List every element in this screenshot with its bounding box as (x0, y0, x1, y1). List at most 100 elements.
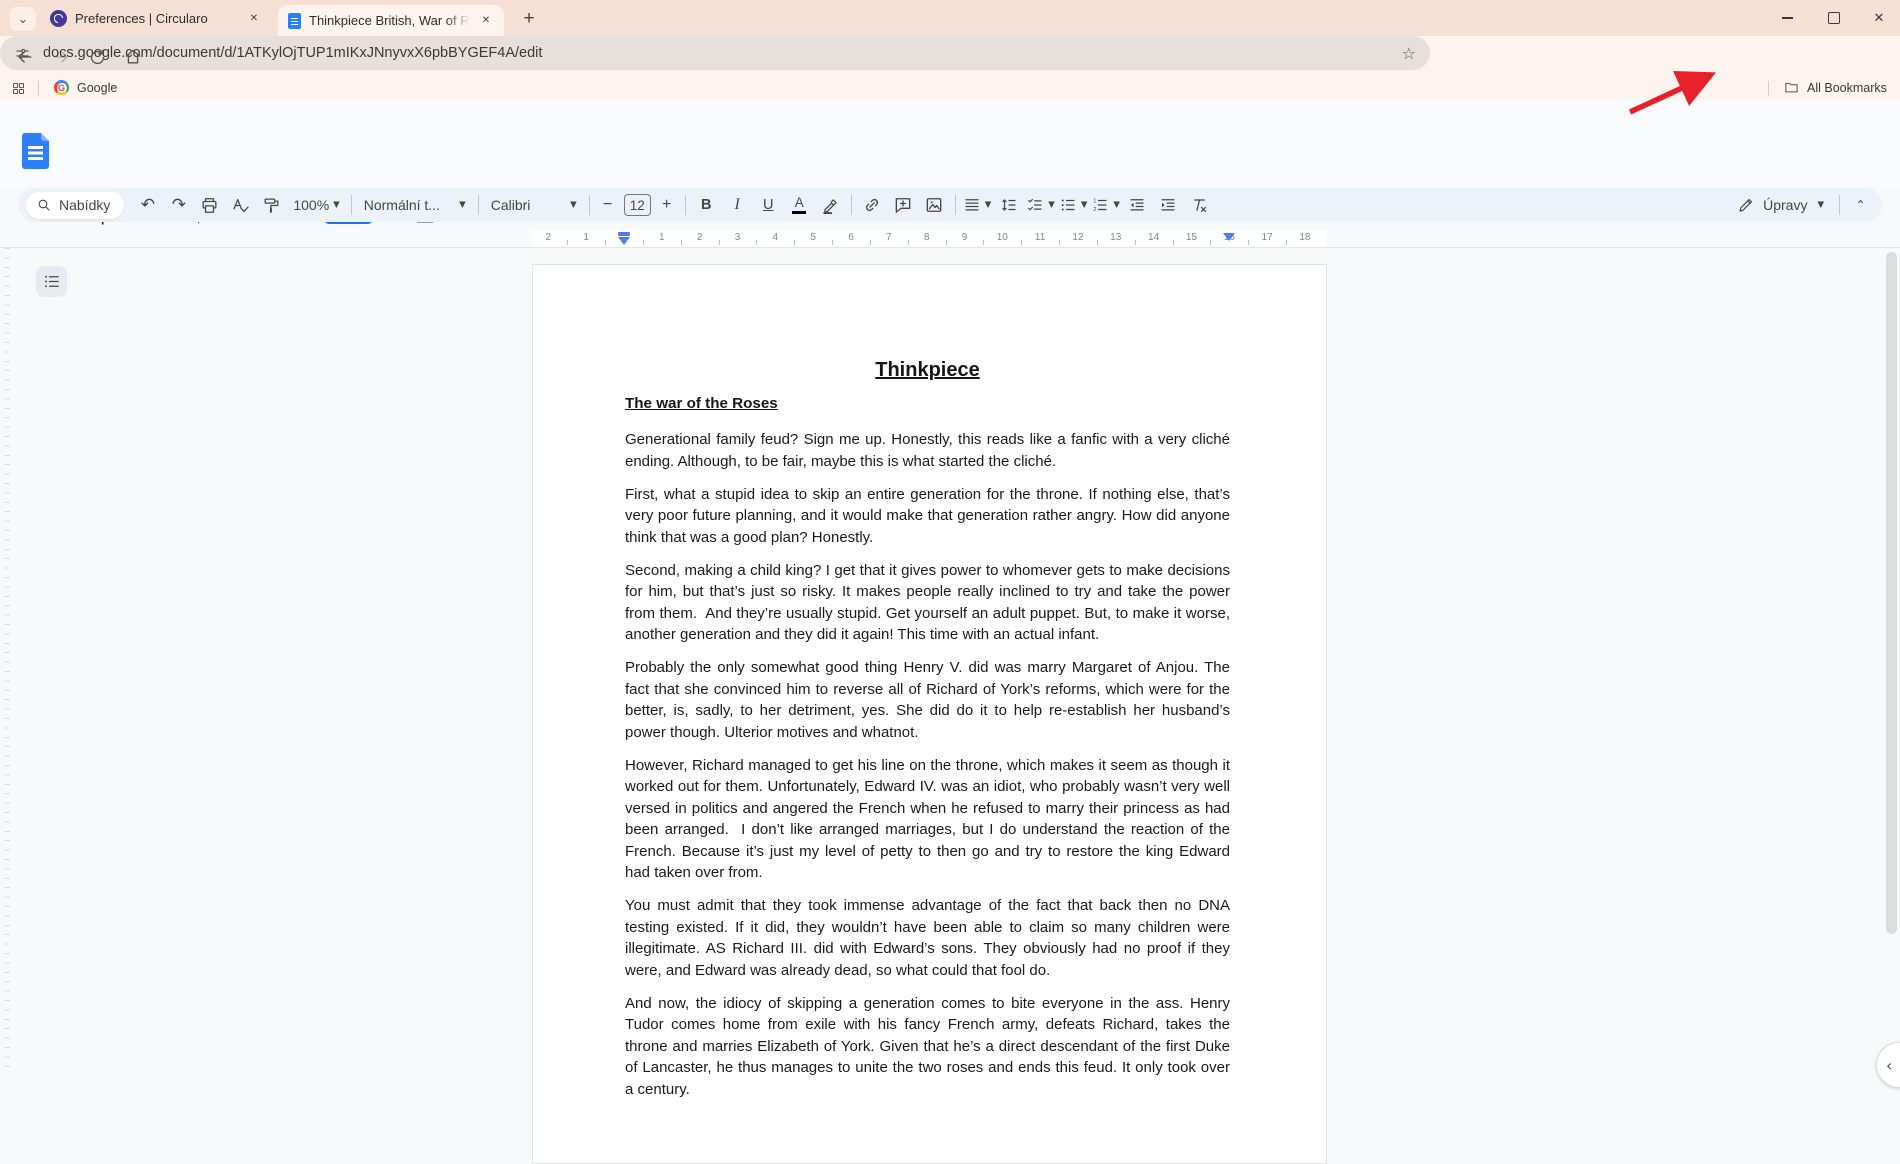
decrease-font-size-button[interactable]: − (595, 191, 621, 219)
doc-text-title[interactable]: Thinkpiece (625, 359, 1230, 382)
numbered-list-button[interactable]: 12 ▼ (1089, 191, 1122, 219)
chevron-down-icon: ▼ (570, 200, 577, 210)
doc-text-heading[interactable]: The war of the Roses (625, 395, 1230, 412)
bulleted-list-button[interactable]: ▼ (1057, 191, 1090, 219)
doc-paragraph[interactable]: Second, making a child king? I get that … (625, 560, 1230, 646)
ruler-number: 11 (1035, 232, 1045, 243)
new-tab-button[interactable]: + (517, 7, 541, 31)
browser-toolbar: docs.google.com/document/d/1ATKylOjTUP1m… (0, 36, 1900, 78)
add-comment-button[interactable] (888, 191, 919, 219)
svg-text:2: 2 (1094, 207, 1097, 213)
tab-close-icon[interactable]: ✕ (246, 11, 262, 27)
paint-format-icon[interactable] (256, 191, 287, 219)
font-size-input[interactable]: 12 (624, 194, 651, 216)
reload-button[interactable] (80, 40, 114, 74)
bookmarks-bar: Google All Bookmarks (0, 78, 1900, 100)
back-button[interactable] (8, 40, 42, 74)
window-maximize-button[interactable] (1819, 6, 1849, 30)
right-indent-marker[interactable] (1223, 233, 1235, 241)
window-minimize-button[interactable] (1772, 6, 1802, 30)
vertical-scrollbar[interactable] (1886, 252, 1897, 934)
increase-font-size-button[interactable]: + (654, 191, 680, 219)
underline-button[interactable]: U (753, 191, 784, 219)
bookmark-star-icon[interactable]: ☆ (1402, 44, 1416, 63)
forward-button[interactable] (44, 40, 78, 74)
bookmark-google[interactable]: Google (54, 80, 117, 95)
align-button[interactable]: ▼ (961, 191, 994, 219)
tab-title: Thinkpiece British, War of Roses (309, 13, 470, 28)
window-close-button[interactable]: ✕ (1864, 6, 1894, 30)
docs-header: Thinkpiece British, War of Roses .DOCX ☆… (0, 100, 1900, 186)
tab-title: Preferences | Circularo (75, 11, 238, 26)
home-button[interactable] (116, 40, 150, 74)
vertical-ruler[interactable] (2, 248, 10, 1068)
line-spacing-button[interactable] (993, 191, 1024, 219)
ruler-number: 3 (735, 232, 741, 243)
redo-button[interactable]: ↷ (163, 191, 194, 219)
ruler-number: 4 (773, 232, 779, 243)
document-page[interactable]: Thinkpiece The war of the Roses Generati… (532, 264, 1327, 1164)
italic-button[interactable]: I (722, 191, 753, 219)
left-indent-marker[interactable] (618, 237, 630, 245)
ruler-tick (1210, 240, 1211, 245)
docs-toolbar: Nabídky ↶ ↷ 100% ▼ Normální t... ▼ Calib… (18, 188, 1882, 222)
ruler-tick (1135, 240, 1136, 245)
ruler-number: 5 (810, 232, 816, 243)
tab-search-button[interactable]: ⌄ (10, 7, 36, 31)
ruler-tick (1286, 240, 1287, 245)
bold-button[interactable]: B (691, 191, 722, 219)
doc-paragraph[interactable]: Probably the only somewhat good thing He… (625, 657, 1230, 743)
doc-paragraph[interactable]: Generational family feud? Sign me up. Ho… (625, 429, 1230, 472)
tab-docs-active[interactable]: Thinkpiece British, War of Roses ✕ (278, 5, 504, 36)
increase-indent-button[interactable] (1153, 191, 1184, 219)
spellcheck-button[interactable] (225, 191, 256, 219)
all-bookmarks-button[interactable]: All Bookmarks (1784, 80, 1887, 95)
ruler-number: 14 (1148, 232, 1159, 243)
omnibox[interactable]: docs.google.com/document/d/1ATKylOjTUP1m… (0, 36, 1430, 70)
folder-icon (1784, 80, 1799, 95)
tab-circularo[interactable]: Preferences | Circularo ✕ (40, 5, 272, 32)
ruler-tick (870, 240, 871, 245)
collapse-toolbar-button[interactable]: ⌃ (1845, 191, 1876, 219)
editing-mode-select[interactable]: Úpravy ▼ (1727, 191, 1834, 219)
font-family-select[interactable]: Calibri ▼ (484, 191, 584, 219)
ruler-tick (1097, 240, 1098, 245)
undo-button[interactable]: ↶ (132, 191, 163, 219)
screen: { "browser": { "tabs": [ { "title": "Pre… (0, 0, 1900, 1068)
docs-logo-icon[interactable] (22, 133, 49, 169)
paragraph-style-select[interactable]: Normální t... ▼ (357, 191, 473, 219)
doc-paragraph[interactable]: However, Richard managed to get his line… (625, 755, 1230, 884)
ruler-number: 12 (1072, 232, 1083, 243)
tab-close-icon[interactable]: ✕ (478, 13, 494, 29)
toolbar-separator (685, 195, 686, 215)
ruler-tick (908, 240, 909, 245)
ruler-number: 2 (697, 232, 703, 243)
svg-text:1: 1 (1094, 198, 1097, 204)
doc-paragraph[interactable]: First, what a stupid idea to skip an ent… (625, 484, 1230, 549)
search-menus-button[interactable]: Nabídky (26, 192, 124, 219)
apps-grid-icon[interactable] (11, 81, 26, 96)
doc-paragraph[interactable]: And now, the idiocy of skipping a genera… (625, 993, 1230, 1101)
checklist-button[interactable]: ▼ (1024, 191, 1057, 219)
insert-image-button[interactable] (919, 191, 950, 219)
horizontal-ruler[interactable]: 21123456789101112131415161718 (0, 230, 1900, 248)
print-button[interactable] (194, 191, 225, 219)
clear-formatting-button[interactable] (1184, 191, 1215, 219)
insert-link-button[interactable] (857, 191, 888, 219)
doc-paragraph[interactable]: You must admit that they took immense ad… (625, 895, 1230, 981)
ruler-number: 13 (1110, 232, 1121, 243)
ruler-number: 10 (997, 232, 1008, 243)
first-line-indent-marker[interactable] (618, 232, 630, 236)
url-text: docs.google.com/document/d/1ATKylOjTUP1m… (43, 45, 1390, 61)
side-panel-collapse-button[interactable]: ‹ (1876, 1042, 1900, 1088)
ruler-number: 17 (1262, 232, 1273, 243)
document-outline-button[interactable] (36, 266, 67, 297)
zoom-select[interactable]: 100% ▼ (287, 191, 345, 219)
highlight-color-button[interactable] (815, 191, 846, 219)
text-color-label: A (795, 196, 804, 210)
ruler-tick (756, 240, 757, 245)
decrease-indent-button[interactable] (1122, 191, 1153, 219)
chevron-down-icon: ▼ (459, 200, 466, 210)
text-color-button[interactable]: A (784, 191, 815, 219)
circularo-favicon-icon (50, 10, 67, 27)
